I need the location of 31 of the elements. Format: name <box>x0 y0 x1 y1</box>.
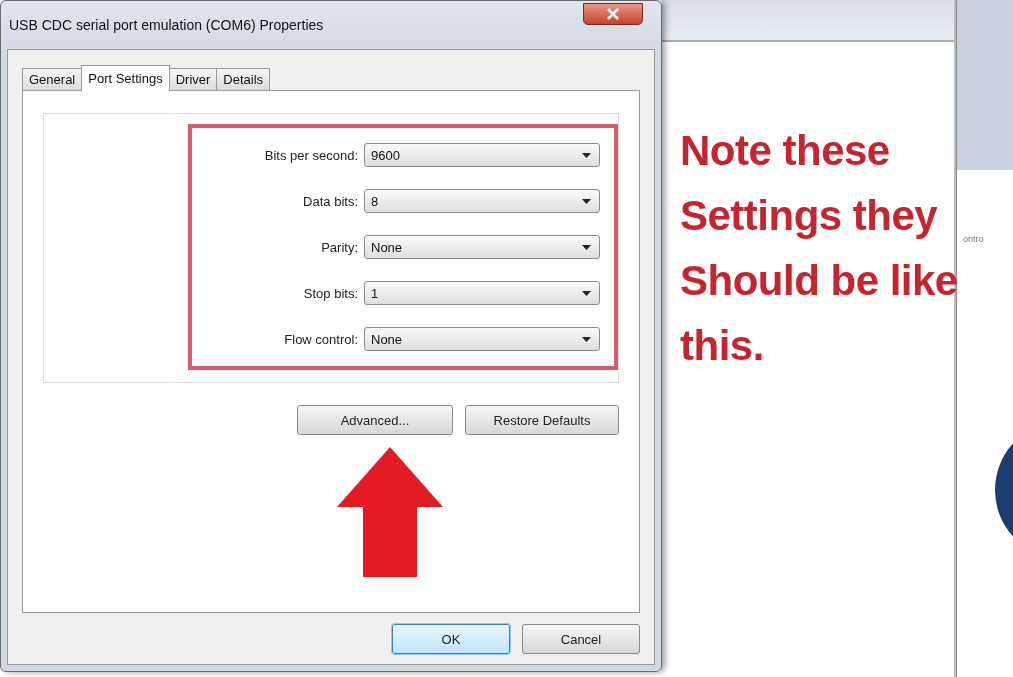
tab[interactable]: General <box>22 68 83 90</box>
annotation-text: Settings they <box>680 191 939 241</box>
field-label: Parity: <box>321 239 358 255</box>
tab[interactable]: Port Settings <box>81 65 170 91</box>
dropdown[interactable]: None <box>364 327 600 351</box>
dropdown[interactable]: 8 <box>364 189 600 213</box>
tab[interactable]: Details <box>216 68 271 90</box>
field-label: Stop bits: <box>303 285 358 301</box>
annotation-text: Should be like <box>680 256 958 306</box>
annotation-text: Note these <box>680 126 891 176</box>
dropdown[interactable]: 9600 <box>364 143 600 167</box>
field-label: Flow control: <box>284 331 358 347</box>
close-icon <box>606 8 620 20</box>
caret-icon <box>582 152 591 158</box>
dropdown[interactable]: None <box>364 235 600 259</box>
caret-icon <box>582 336 591 342</box>
caret-icon <box>582 198 591 204</box>
panel-button[interactable]: Advanced... <box>297 405 453 435</box>
field-label: Bits per second: <box>264 147 358 163</box>
panel-button[interactable]: Restore Defaults <box>465 405 619 435</box>
dropdown[interactable]: 1 <box>364 281 600 305</box>
field-label: Data bits: <box>303 193 358 209</box>
caret-icon <box>582 244 591 250</box>
caret-icon <box>582 290 591 296</box>
annotation-text: this. <box>680 321 765 371</box>
dialog-button[interactable]: OK <box>392 624 510 654</box>
close-button[interactable] <box>583 3 643 25</box>
tab[interactable]: Driver <box>168 68 218 90</box>
dialog-button[interactable]: Cancel <box>522 624 640 654</box>
background-window-text: ontro <box>963 234 984 244</box>
window-title: USB CDC serial port emulation (COM6) Properties <box>9 17 324 33</box>
